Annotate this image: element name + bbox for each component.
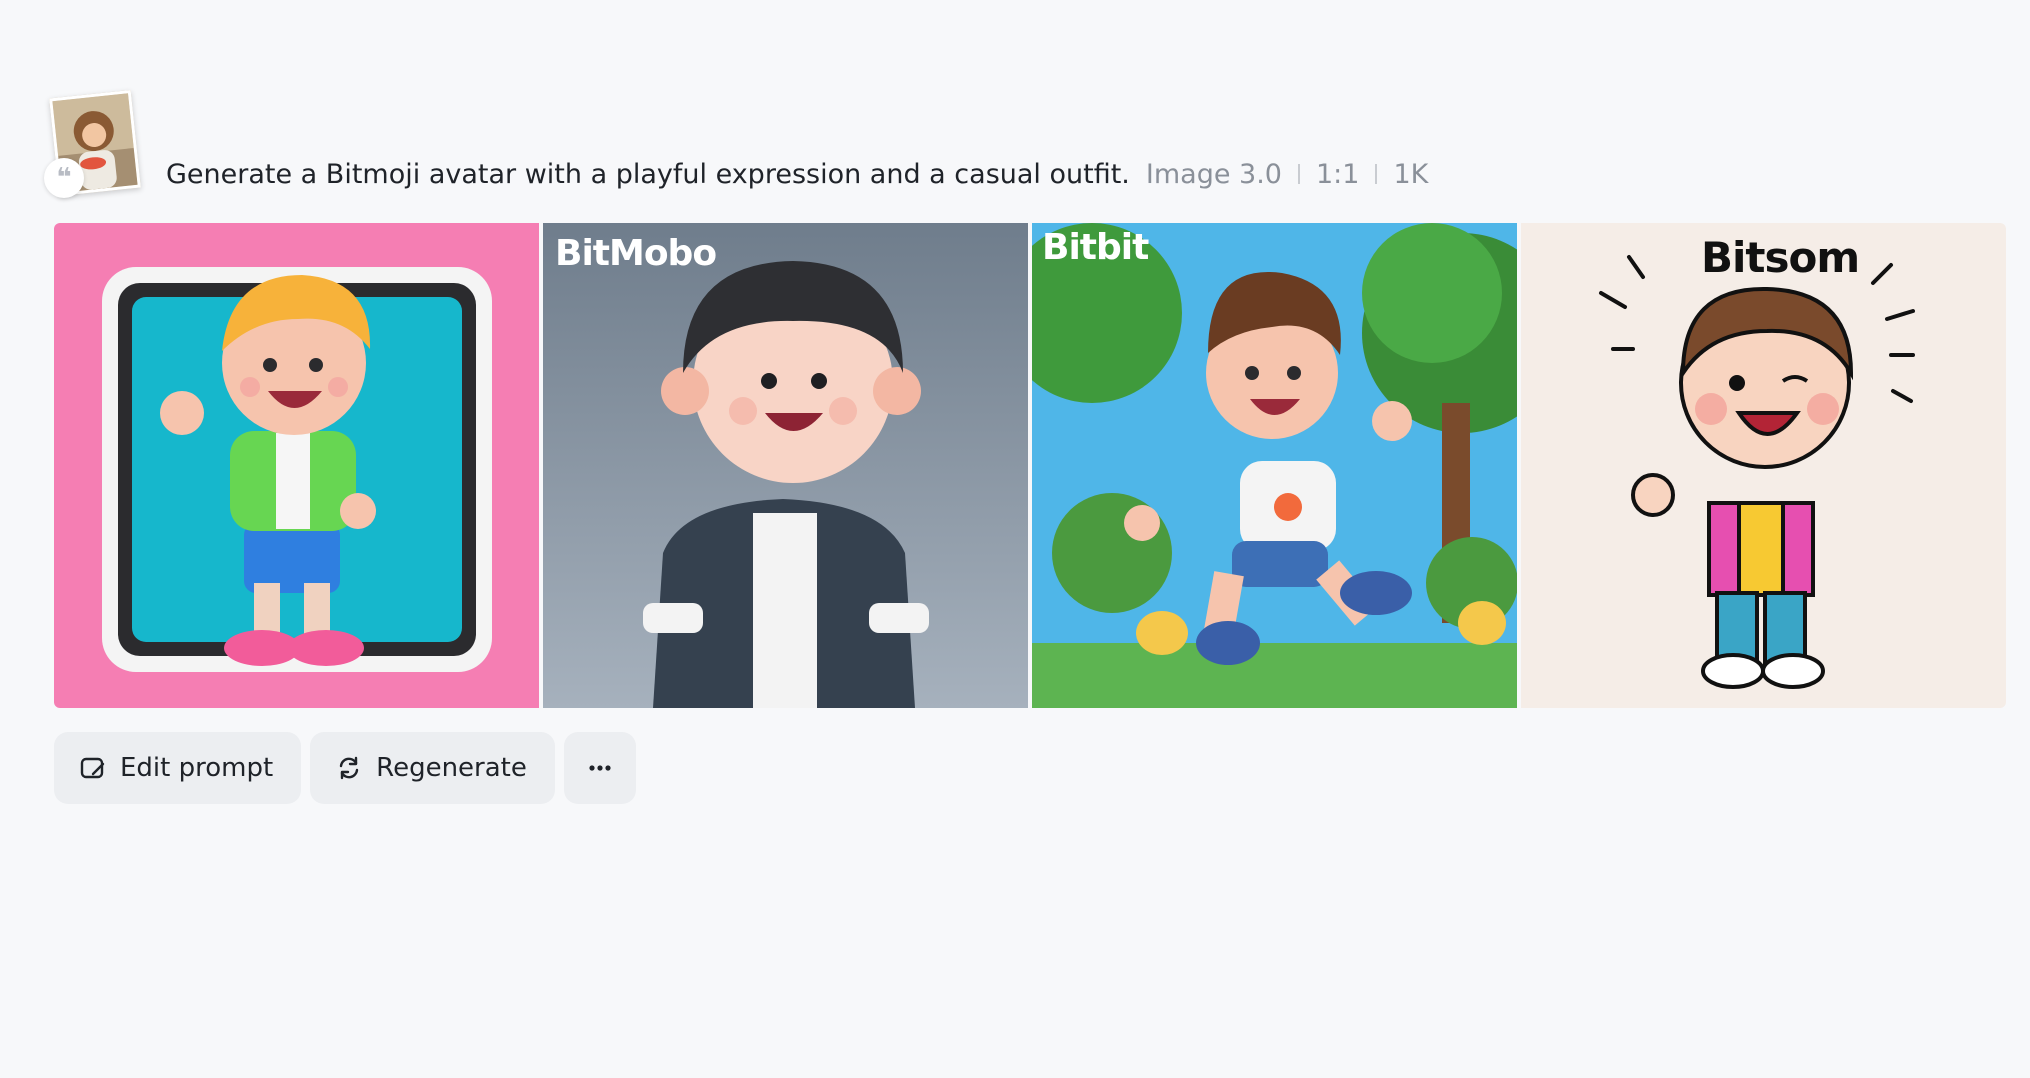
image-2-watermark: BitMobo [555,233,717,274]
quote-icon: ❝ [44,158,84,198]
model-label: Image 3.0 [1145,158,1282,190]
more-options-button[interactable] [563,732,636,804]
regenerate-label: Regenerate [376,753,527,783]
edit-icon [78,753,108,783]
generated-image-3[interactable]: Bitbit [1032,223,1517,708]
action-bar: Edit prompt Regenerate [54,732,636,804]
generated-image-1[interactable] [54,223,539,708]
generated-images: BitMobo Bitbit Bitsom [54,223,2006,708]
regenerate-button[interactable]: Regenerate [310,732,555,804]
edit-prompt-label: Edit prompt [120,753,274,783]
refresh-icon [334,753,364,783]
generation-card: ❝ Generate a Bitmoji avatar with a playf… [0,0,2030,1078]
generated-image-2[interactable]: BitMobo [543,223,1028,708]
generated-image-4[interactable]: Bitsom [1521,223,2006,708]
prompt-row: Generate a Bitmoji avatar with a playful… [166,154,1428,194]
image-4-watermark: Bitsom [1701,233,1860,282]
meta-divider [1375,164,1378,184]
meta-divider [1298,164,1300,184]
prompt-text: Generate a Bitmoji avatar with a playful… [166,158,1130,190]
ratio-label: 1:1 [1316,158,1360,190]
image-3-watermark: Bitbit [1042,227,1149,268]
edit-prompt-button[interactable]: Edit prompt [54,732,302,804]
more-icon [585,753,615,783]
generation-meta: Image 3.0 1:1 1K [1146,159,1428,190]
resolution-label: 1K [1393,158,1429,190]
